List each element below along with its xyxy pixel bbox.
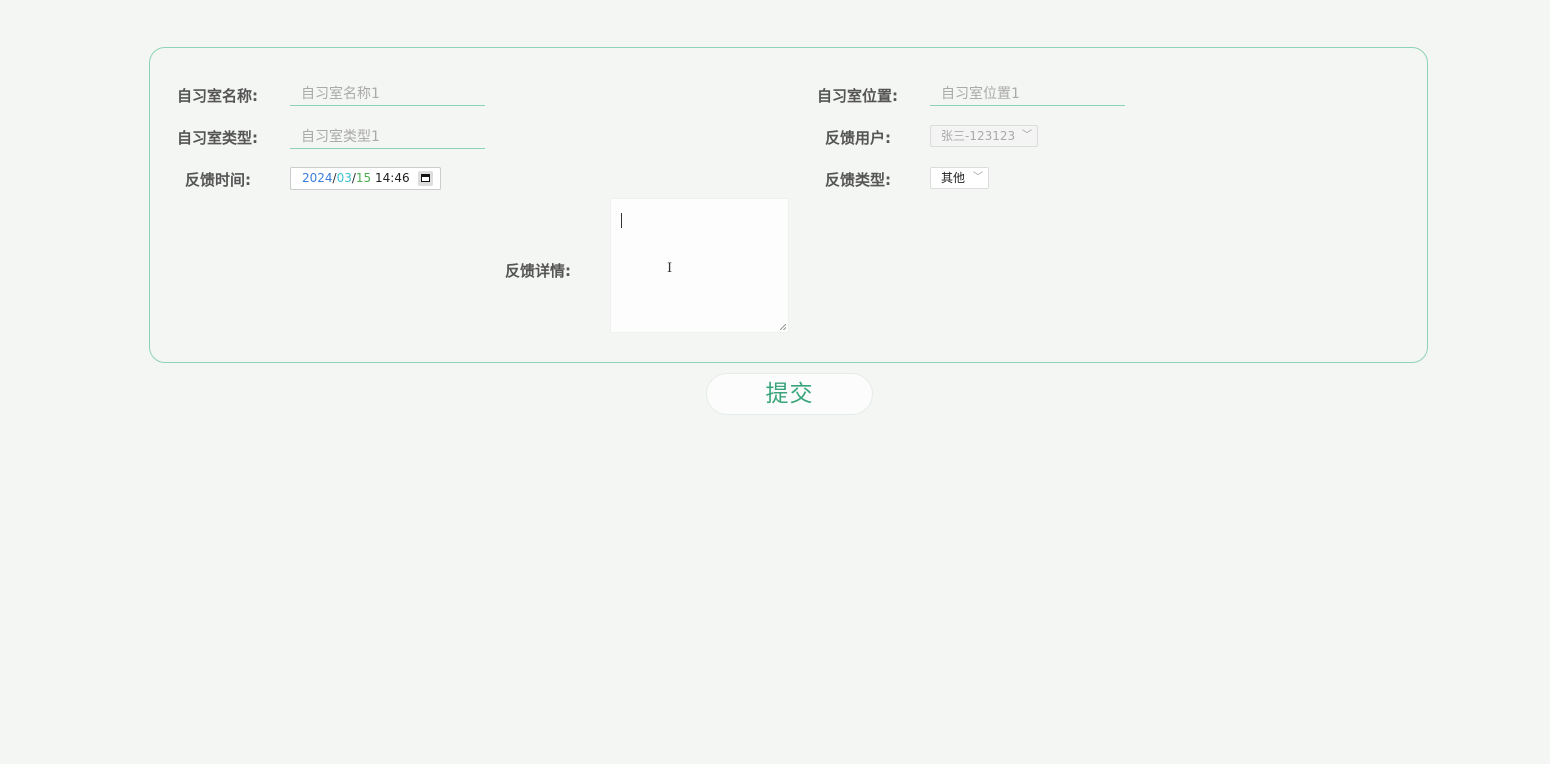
feedback-time-input[interactable]: 2024/03/15 14:46 [290,167,441,190]
resize-grip-icon[interactable] [780,324,786,330]
datetime-year[interactable]: 2024 [302,171,333,185]
chevron-down-icon: ﹀ [973,172,983,183]
datetime-day[interactable]: 15 [356,171,371,185]
submit-button[interactable]: 提交 [706,373,873,415]
room-type-input[interactable]: 自习室类型1 [290,127,485,149]
feedback-type-value: 其他 [941,171,966,185]
feedback-detail-textarea[interactable]: I [610,198,789,333]
room-location-input[interactable]: 自习室位置1 [930,84,1125,106]
text-caret [621,213,622,228]
feedback-detail-label: 反馈详情: [505,262,571,280]
datetime-time[interactable]: 14:46 [375,171,410,185]
feedback-user-value: 张三-123123 [941,129,1016,143]
calendar-icon[interactable] [418,171,433,186]
feedback-type-label: 反馈类型: [825,171,891,189]
feedback-user-select: 张三-123123 ﹀ [930,125,1038,147]
room-location-label: 自习室位置: [817,87,898,105]
datetime-month[interactable]: 03 [337,171,352,185]
text-cursor-icon: I [667,261,673,276]
room-name-label: 自习室名称: [177,87,258,105]
feedback-time-label: 反馈时间: [185,171,251,189]
feedback-user-label: 反馈用户: [825,129,891,147]
room-type-label: 自习室类型: [177,129,258,147]
room-name-input[interactable]: 自习室名称1 [290,84,485,106]
feedback-type-select[interactable]: 其他 ﹀ [930,167,989,189]
chevron-down-icon: ﹀ [1022,130,1032,141]
